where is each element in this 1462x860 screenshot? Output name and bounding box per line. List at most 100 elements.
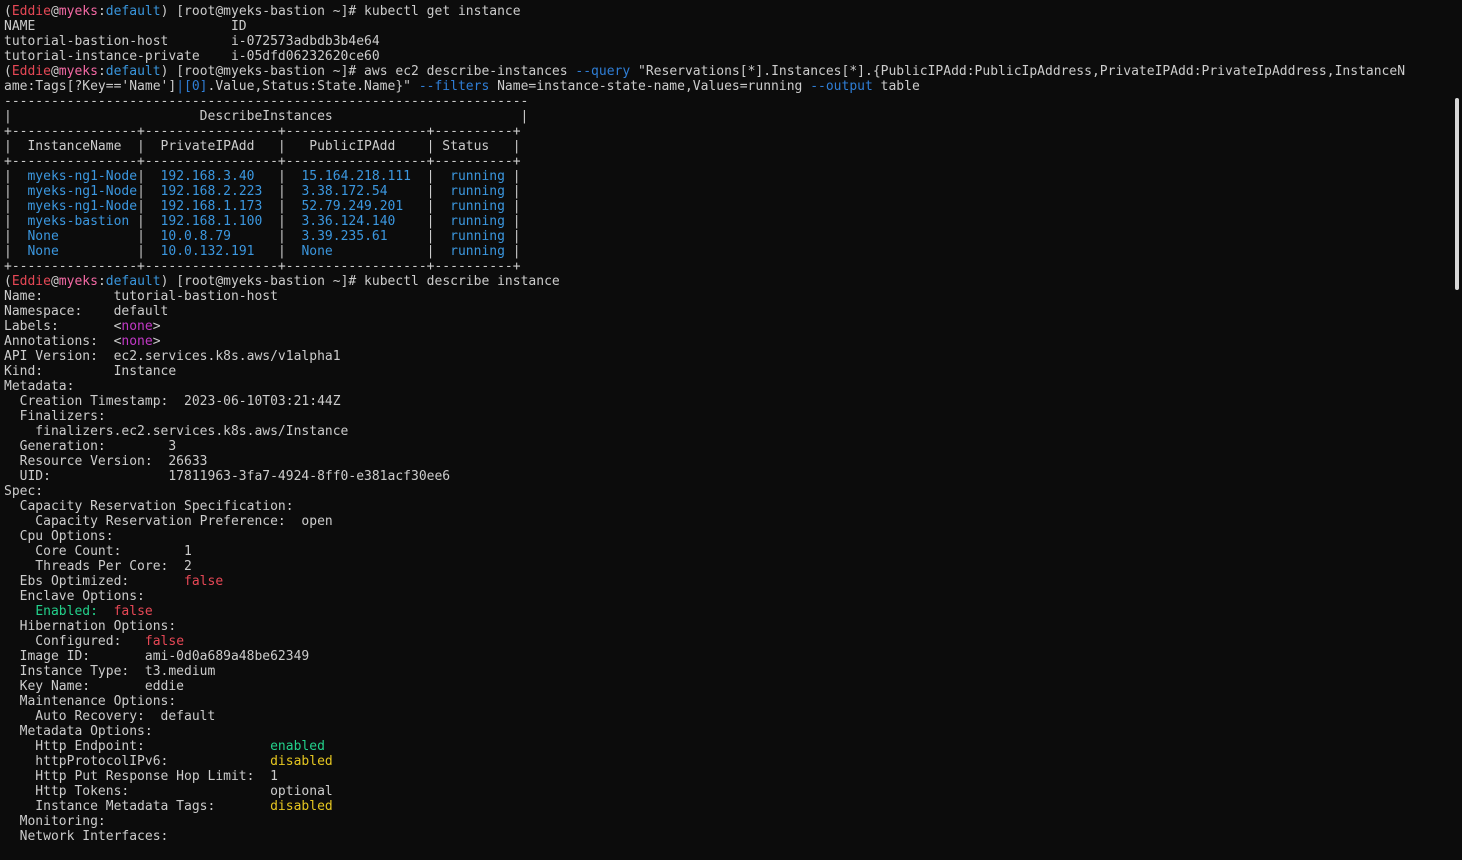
terminal-line: Metadata: — [4, 379, 1450, 394]
terminal-text: 15.164.218.111 — [301, 169, 412, 184]
terminal-text: | InstanceName | PrivateIPAdd | PublicIP… — [4, 139, 521, 154]
terminal-text: --query — [575, 64, 631, 79]
terminal-line: | DescribeInstances | — [4, 109, 1450, 124]
terminal-text: Hibernation Options: — [4, 619, 177, 634]
terminal-text: myeks-ng1-Node — [27, 169, 138, 184]
terminal-line: | None | 10.0.132.191 | None | running | — [4, 244, 1450, 259]
terminal-text: Instance Metadata Tags: — [4, 799, 271, 814]
terminal-text: | — [504, 229, 521, 244]
terminal-text: : — [97, 274, 106, 289]
terminal-text: : — [97, 4, 106, 19]
terminal-text: | — [137, 199, 161, 214]
terminal-text: default — [105, 274, 161, 289]
terminal-text: ) [root@myeks-bastion ~]# aws ec2 descri… — [160, 64, 576, 79]
terminal-text: None — [27, 244, 59, 259]
terminal-text: | — [403, 199, 451, 214]
terminal-line: Instance Metadata Tags: disabled — [4, 799, 1450, 814]
terminal-line: Finalizers: — [4, 409, 1450, 424]
terminal-text: ) [root@myeks-bastion ~]# kubectl descri… — [160, 274, 560, 289]
terminal-text: --output — [810, 79, 873, 94]
terminal-line: Threads Per Core: 2 — [4, 559, 1450, 574]
terminal-text: ( — [4, 64, 12, 79]
terminal-line: +----------------+-----------------+----… — [4, 259, 1450, 274]
terminal-line: Creation Timestamp: 2023-06-10T03:21:44Z — [4, 394, 1450, 409]
terminal-text: Ebs Optimized: — [4, 574, 185, 589]
terminal-text: Core Count: 1 — [4, 544, 192, 559]
terminal-text: Http Put Response Hop Limit: 1 — [4, 769, 278, 784]
terminal-text: Eddie — [11, 4, 51, 19]
terminal-text: running — [450, 169, 505, 184]
terminal-text: | — [4, 184, 28, 199]
terminal-window[interactable]: (Eddie@myeks:default) [root@myeks-bastio… — [0, 0, 1462, 860]
terminal-text: | — [58, 229, 161, 244]
terminal-text: false — [184, 574, 224, 589]
terminal-line: API Version: ec2.services.k8s.aws/v1alph… — [4, 349, 1450, 364]
terminal-text: Key Name: eddie — [4, 679, 185, 694]
terminal-text: Name=instance-state-name,Values=running — [489, 79, 811, 94]
terminal-line: Key Name: eddie — [4, 679, 1450, 694]
terminal-text: default — [105, 4, 161, 19]
terminal-text: 10.0.132.191 — [160, 244, 255, 259]
terminal-line: Hibernation Options: — [4, 619, 1450, 634]
terminal-text: | — [411, 169, 451, 184]
terminal-line: Instance Type: t3.medium — [4, 664, 1450, 679]
terminal-text: Network Interfaces: — [4, 829, 169, 844]
terminal-text: | — [332, 244, 451, 259]
terminal-text: | — [395, 214, 451, 229]
terminal-text: : — [97, 64, 106, 79]
terminal-text: Auto Recovery: default — [4, 709, 216, 724]
terminal-text: Finalizers: — [4, 409, 106, 424]
terminal-text: --filters — [418, 79, 490, 94]
terminal-text: myeks — [58, 64, 98, 79]
scrollbar[interactable] — [1455, 98, 1459, 290]
terminal-text: finalizers.ec2.services.k8s.aws/Instance — [4, 424, 349, 439]
terminal-text: myeks-bastion — [27, 214, 130, 229]
terminal-line: Capacity Reservation Preference: open — [4, 514, 1450, 529]
terminal-line: Name: tutorial-bastion-host — [4, 289, 1450, 304]
terminal-text: myeks-ng1-Node — [27, 199, 138, 214]
terminal-line: (Eddie@myeks:default) [root@myeks-bastio… — [4, 4, 1450, 19]
terminal-text: ( — [4, 274, 12, 289]
terminal-text: | — [254, 169, 302, 184]
terminal-output: (Eddie@myeks:default) [root@myeks-bastio… — [4, 4, 1450, 844]
terminal-text: Spec: — [4, 484, 44, 499]
terminal-text: Http Tokens: optional — [4, 784, 333, 799]
terminal-text: running — [450, 229, 505, 244]
terminal-text: > — [152, 319, 161, 334]
terminal-text: Instance Type: t3.medium — [4, 664, 216, 679]
terminal-text: API Version: ec2.services.k8s.aws/v1alph… — [4, 349, 341, 364]
terminal-text: | — [4, 199, 28, 214]
terminal-text: Eddie — [11, 274, 51, 289]
terminal-text: Image ID: ami-0d0a689a48be62349 — [4, 649, 310, 664]
terminal-line: (Eddie@myeks:default) [root@myeks-bastio… — [4, 274, 1450, 289]
terminal-line: Resource Version: 26633 — [4, 454, 1450, 469]
terminal-line: Cpu Options: — [4, 529, 1450, 544]
terminal-text: | — [504, 169, 521, 184]
terminal-text: disabled — [270, 799, 333, 814]
terminal-text: default — [105, 64, 161, 79]
terminal-text: | — [137, 169, 161, 184]
terminal-text: httpProtocolIPv6: — [4, 754, 271, 769]
terminal-line: Network Interfaces: — [4, 829, 1450, 844]
terminal-text: tutorial-instance-private i-05dfd0623262… — [4, 49, 380, 64]
terminal-line: | InstanceName | PrivateIPAdd | PublicIP… — [4, 139, 1450, 154]
terminal-text: Enabled: — [35, 604, 98, 619]
terminal-text: | — [504, 199, 521, 214]
terminal-line: tutorial-instance-private i-05dfd0623262… — [4, 49, 1450, 64]
terminal-text: Annotations: < — [4, 334, 122, 349]
terminal-line: finalizers.ec2.services.k8s.aws/Instance — [4, 424, 1450, 439]
terminal-line: | myeks-ng1-Node| 192.168.2.223 | 3.38.1… — [4, 184, 1450, 199]
terminal-text: enabled — [270, 739, 325, 754]
terminal-text: | — [387, 229, 451, 244]
terminal-line: Http Tokens: optional — [4, 784, 1450, 799]
terminal-line: ----------------------------------------… — [4, 94, 1450, 109]
terminal-line: Enabled: false — [4, 604, 1450, 619]
terminal-text: Metadata: — [4, 379, 75, 394]
terminal-text: myeks — [58, 4, 98, 19]
terminal-text: | — [504, 184, 521, 199]
terminal-line: Auto Recovery: default — [4, 709, 1450, 724]
terminal-text: | — [58, 244, 161, 259]
terminal-line: Http Put Response Hop Limit: 1 — [4, 769, 1450, 784]
terminal-text: +----------------+-----------------+----… — [4, 124, 521, 139]
